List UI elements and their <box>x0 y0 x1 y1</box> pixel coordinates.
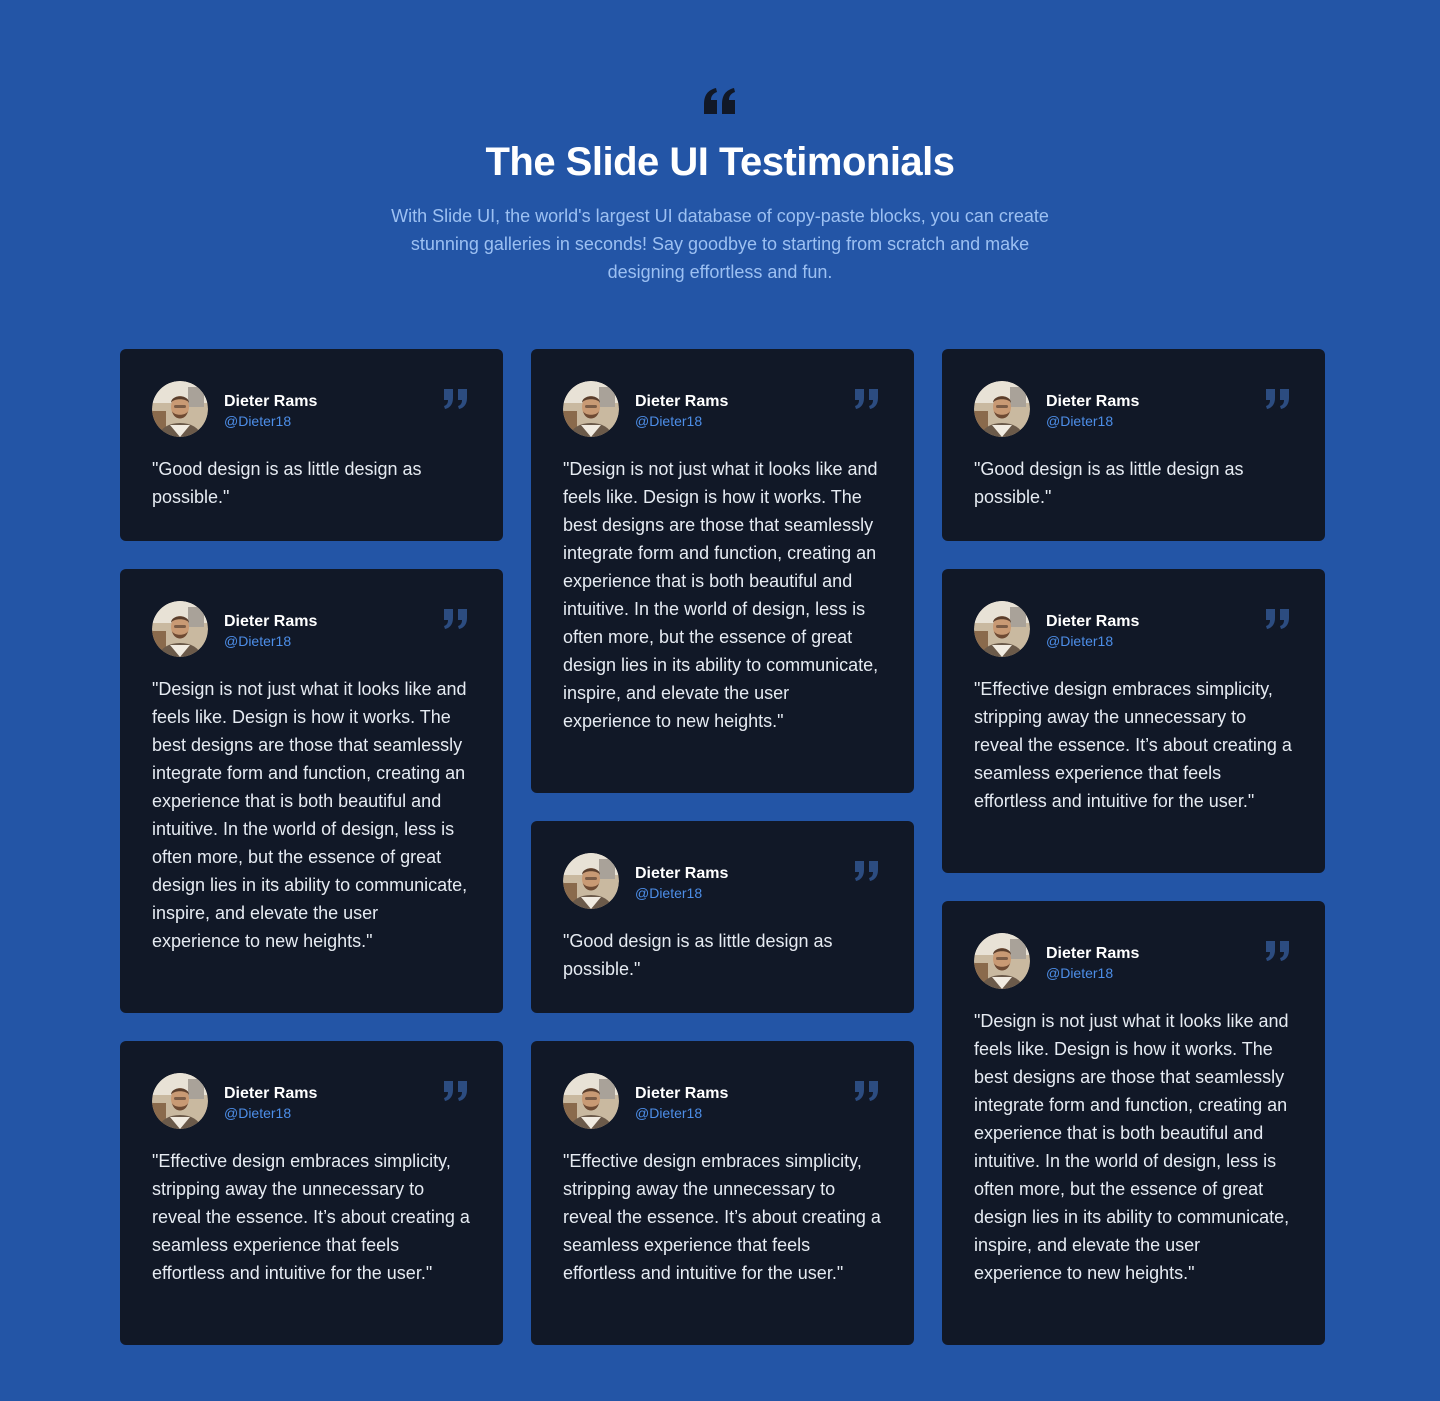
testimonial-text: "Design is not just what it looks like a… <box>974 1011 1290 1283</box>
author-handle: @Dieter18 <box>1046 965 1114 981</box>
quote-close-icon <box>855 1081 879 1101</box>
testimonial-text: "Effective design embraces simplicity, s… <box>563 1151 881 1283</box>
quote-close-icon <box>444 389 468 409</box>
author-handle: @Dieter18 <box>635 885 703 901</box>
testimonial-card: Dieter Rams @Dieter18 "Good design is as… <box>942 349 1325 541</box>
testimonial-text: "Design is not just what it looks like a… <box>563 459 879 731</box>
quote-close-icon <box>855 389 879 409</box>
quote-close-icon <box>1266 941 1290 961</box>
quote-close-icon <box>1266 609 1290 629</box>
testimonial-text: "Good design is as little design as poss… <box>563 931 833 979</box>
avatar <box>152 1073 208 1129</box>
author-handle: @Dieter18 <box>224 1105 292 1121</box>
quote-close-icon <box>1266 389 1290 409</box>
testimonial-text: "Effective design embraces simplicity, s… <box>152 1151 470 1283</box>
quote-close-icon <box>444 1081 468 1101</box>
testimonial-card: Dieter Rams @Dieter18 "Effective design … <box>942 569 1325 873</box>
avatar <box>974 601 1030 657</box>
testimonial-text: "Good design is as little design as poss… <box>152 459 422 507</box>
avatar <box>974 381 1030 437</box>
page-subtitle: With Slide UI, the world's largest UI da… <box>391 206 1049 282</box>
testimonial-card: Dieter Rams @Dieter18 "Effective design … <box>531 1041 914 1345</box>
author-handle: @Dieter18 <box>635 413 703 429</box>
author-handle: @Dieter18 <box>1046 633 1114 649</box>
testimonial-text: "Effective design embraces simplicity, s… <box>974 679 1292 811</box>
testimonial-card: Dieter Rams @Dieter18 "Design is not jus… <box>120 569 503 1013</box>
author-handle: @Dieter18 <box>1046 413 1114 429</box>
avatar <box>974 933 1030 989</box>
author-handle: @Dieter18 <box>224 633 292 649</box>
avatar <box>563 381 619 437</box>
avatar <box>563 853 619 909</box>
author-handle: @Dieter18 <box>224 413 292 429</box>
testimonial-card: Dieter Rams @Dieter18 "Good design is as… <box>531 821 914 1013</box>
testimonial-text: "Design is not just what it looks like a… <box>152 679 468 951</box>
author-handle: @Dieter18 <box>635 1105 703 1121</box>
testimonial-card: Dieter Rams @Dieter18 "Design is not jus… <box>531 349 914 793</box>
quote-close-icon <box>855 861 879 881</box>
avatar <box>563 1073 619 1129</box>
avatar <box>152 381 208 437</box>
quote-open-icon <box>704 88 735 114</box>
quote-close-icon <box>444 609 468 629</box>
testimonial-card: Dieter Rams @Dieter18 "Good design is as… <box>120 349 503 541</box>
page-title: The Slide UI Testimonials <box>485 140 955 184</box>
testimonial-card: Dieter Rams @Dieter18 "Effective design … <box>120 1041 503 1345</box>
testimonial-text: "Good design is as little design as poss… <box>974 459 1244 507</box>
avatar <box>152 601 208 657</box>
testimonial-card: Dieter Rams @Dieter18 "Design is not jus… <box>942 901 1325 1345</box>
